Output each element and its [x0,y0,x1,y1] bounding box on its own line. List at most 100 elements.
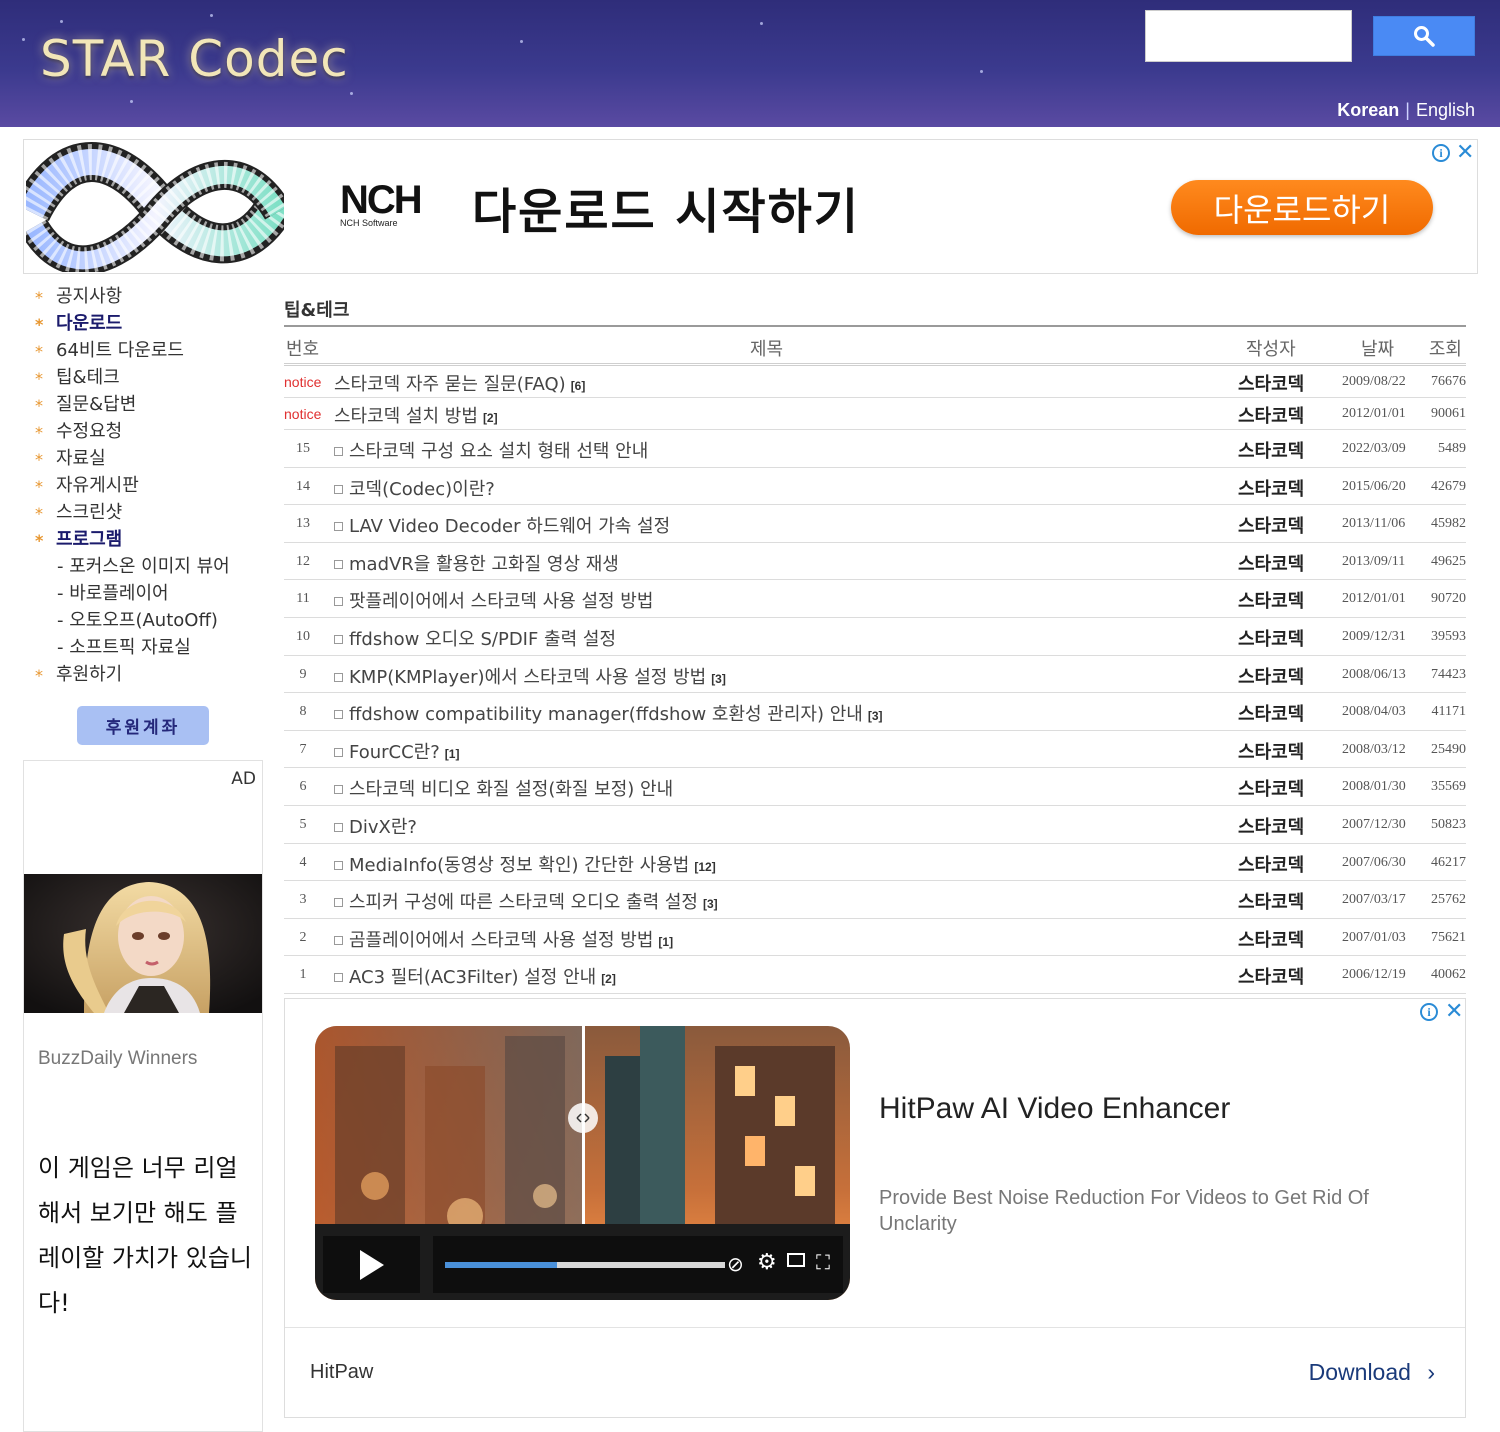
post-title-link[interactable]: madVR을 활용한 고화질 영상 재생 [334,550,624,576]
post-number: 12 [296,553,310,569]
comment-count[interactable]: [3] [868,709,883,723]
col-author-header: 작성자 [1246,339,1296,360]
sidebar-subitem-1[interactable]: - 바로플레이어 [23,580,263,607]
comment-count[interactable]: [2] [601,972,616,986]
ad-title[interactable]: HitPaw AI Video Enhancer [879,1092,1230,1126]
bottom-video-ad[interactable]: i ✕ ⊘ ⚙ ⛶ HitPaw AI Video Enhancer Provi… [284,998,1466,1418]
post-views: 35569 [1431,779,1466,795]
post-title-link[interactable]: KMP(KMPlayer)에서 스타코덱 사용 설정 방법 [3] [334,663,726,689]
post-number: 11 [296,591,310,607]
ad-divider [285,1327,1465,1328]
post-views: 49625 [1431,553,1466,569]
pip-icon[interactable] [787,1253,805,1267]
post-title-link[interactable]: 스타코덱 자주 묻는 질문(FAQ) [6] [334,370,585,396]
sidebar-item-0[interactable]: * 공지사항 [23,283,263,310]
ad-headline[interactable]: 다운로드 시작하기 [472,172,860,242]
post-title-text: FourCC란? [349,741,440,763]
sidebar-item-5[interactable]: * 수정요청 [23,418,263,445]
sidebar-item-6[interactable]: * 자료실 [23,445,263,472]
sidebar-subitem-2[interactable]: - 오토오프(AutoOff) [23,607,263,634]
post-title-link[interactable]: LAV Video Decoder 하드웨어 가속 설정 [334,512,675,538]
mute-icon[interactable]: ⊘ [727,1252,744,1276]
info-icon[interactable]: i [1420,1003,1438,1021]
video-progress-track[interactable] [445,1262,725,1268]
sidebar-item-donate[interactable]: * 후원하기 [23,661,263,688]
table-row: 1 스타코덱 2006/12/19 40062 AC3 필터(AC3Filter) 설정… [284,956,1466,994]
post-title-text: 스타코덱 자주 묻는 질문(FAQ) [334,374,566,395]
post-title-link[interactable]: 곰플레이어에서 스타코덱 사용 설정 방법 [1] [334,926,673,952]
comment-count[interactable]: [1] [658,935,673,949]
sidebar-item-9[interactable]: * 프로그램 [23,526,263,553]
bullet-icon: * [35,423,43,442]
sidebar-item-3[interactable]: * 팁&테크 [23,364,263,391]
post-author: 스타코덱 [1238,704,1305,726]
bullet-icon: * [35,450,43,469]
post-title-text: DivX란? [349,816,417,838]
comment-count[interactable]: [6] [571,379,586,393]
post-date: 2012/01/01 [1342,591,1406,607]
table-row: 7 스타코덱 2008/03/12 25490 FourCC란? [1] [284,731,1466,769]
sidebar-item-7[interactable]: * 자유게시판 [23,472,263,499]
post-title-link[interactable]: MediaInfo(동영상 정보 확인) 간단한 사용법 [12] [334,851,716,877]
settings-icon[interactable]: ⚙ [757,1250,777,1275]
sidebar-item-label: 64비트 다운로드 [56,340,184,361]
sidebar-item-4[interactable]: * 질문&답변 [23,391,263,418]
post-title-link[interactable]: AC3 필터(AC3Filter) 설정 안내 [2] [334,963,616,989]
sidebar-item-8[interactable]: * 스크린샷 [23,499,263,526]
post-title-link[interactable]: 스타코덱 구성 요소 설치 형태 선택 안내 [334,437,653,463]
site-logo[interactable]: STAR Codec [40,30,349,88]
close-icon[interactable]: ✕ [1456,142,1474,164]
sidebar-item-label: 자료실 [56,448,106,469]
search-button[interactable] [1373,16,1475,56]
post-views: 50823 [1431,816,1466,832]
ad-download-button[interactable]: 다운로드하기 [1171,180,1433,235]
post-title-link[interactable]: ffdshow compatibility manager(ffdshow 호환… [334,700,883,726]
ad-download-link[interactable]: Download › [1309,1359,1435,1386]
comment-count[interactable]: [3] [711,672,726,686]
search-input[interactable] [1145,10,1352,62]
comment-count[interactable]: [3] [703,897,718,911]
sidebar-subitem-3[interactable]: - 소프트픽 자료실 [23,634,263,661]
post-title-link[interactable]: 스타코덱 설치 방법 [2] [334,402,498,428]
ad-video-thumbnail[interactable]: ⊘ ⚙ ⛶ [315,1026,850,1300]
sidebar-item-1[interactable]: * 다운로드 [23,310,263,337]
table-row: 6 스타코덱 2008/01/30 35569 스타코덱 비디오 화질 설정(화질 보정… [284,768,1466,806]
post-number: 4 [299,854,307,870]
col-title-header: 제목 [750,339,784,360]
top-banner-ad[interactable]: NCH NCH Software 다운로드 시작하기 다운로드하기 i ✕ [23,139,1478,274]
close-icon[interactable]: ✕ [1445,1001,1463,1023]
table-row: 3 스타코덱 2007/03/17 25762 스피커 구성에 따른 스타코덱 오디오 … [284,881,1466,919]
donate-account-button[interactable]: 후원계좌 [77,706,209,745]
post-title-link[interactable]: 팟플레이어에서 스타코덱 사용 설정 방법 [334,587,658,613]
info-icon[interactable]: i [1432,144,1450,162]
post-title-link[interactable]: 스피커 구성에 따른 스타코덱 오디오 출력 설정 [3] [334,888,718,914]
post-title-link[interactable]: ffdshow 오디오 S/PDIF 출력 설정 [334,625,621,651]
sidebar-item-2[interactable]: * 64비트 다운로드 [23,337,263,364]
sidebar-subitem-0[interactable]: - 포커스온 이미지 뷰어 [23,553,263,580]
play-button[interactable] [323,1236,420,1293]
sidebar-ad[interactable]: AD BuzzDaily Winners 이 게임은 너무 리얼해서 보기만 해… [23,760,263,1432]
comment-count[interactable]: [12] [694,860,715,874]
sidebar-item-label: 팁&테크 [56,367,120,388]
comment-count[interactable]: [1] [445,747,460,761]
post-title-link[interactable]: 코덱(Codec)이란? [334,475,500,501]
post-title-link[interactable]: DivX란? [334,813,422,839]
lang-english-link[interactable]: English [1416,100,1475,120]
page-title: 팁&테크 [284,300,350,321]
square-bullet-icon [334,559,343,569]
comment-count[interactable]: [2] [483,411,498,425]
post-number: 7 [299,741,307,757]
ad-copy: 이 게임은 너무 리얼해서 보기만 해도 플레이할 가치가 있습니다! [38,1154,252,1317]
table-row: 2 스타코덱 2007/01/03 75621 곰플레이어에서 스타코덱 사용 설정 방… [284,919,1466,957]
post-author: 스타코덱 [1238,441,1305,462]
post-number: 6 [299,779,307,795]
post-views: 25762 [1431,892,1466,908]
fullscreen-icon[interactable]: ⛶ [816,1250,830,1274]
lang-korean-link[interactable]: Korean [1337,100,1399,120]
post-title-link[interactable]: FourCC란? [1] [334,738,459,764]
post-number: notice [284,374,322,390]
post-title-link[interactable]: 스타코덱 비디오 화질 설정(화질 보정) 안내 [334,775,678,801]
post-author: 스타코덱 [1238,628,1305,650]
bullet-icon: * [35,315,44,334]
ad-brand: HitPaw [310,1361,374,1383]
